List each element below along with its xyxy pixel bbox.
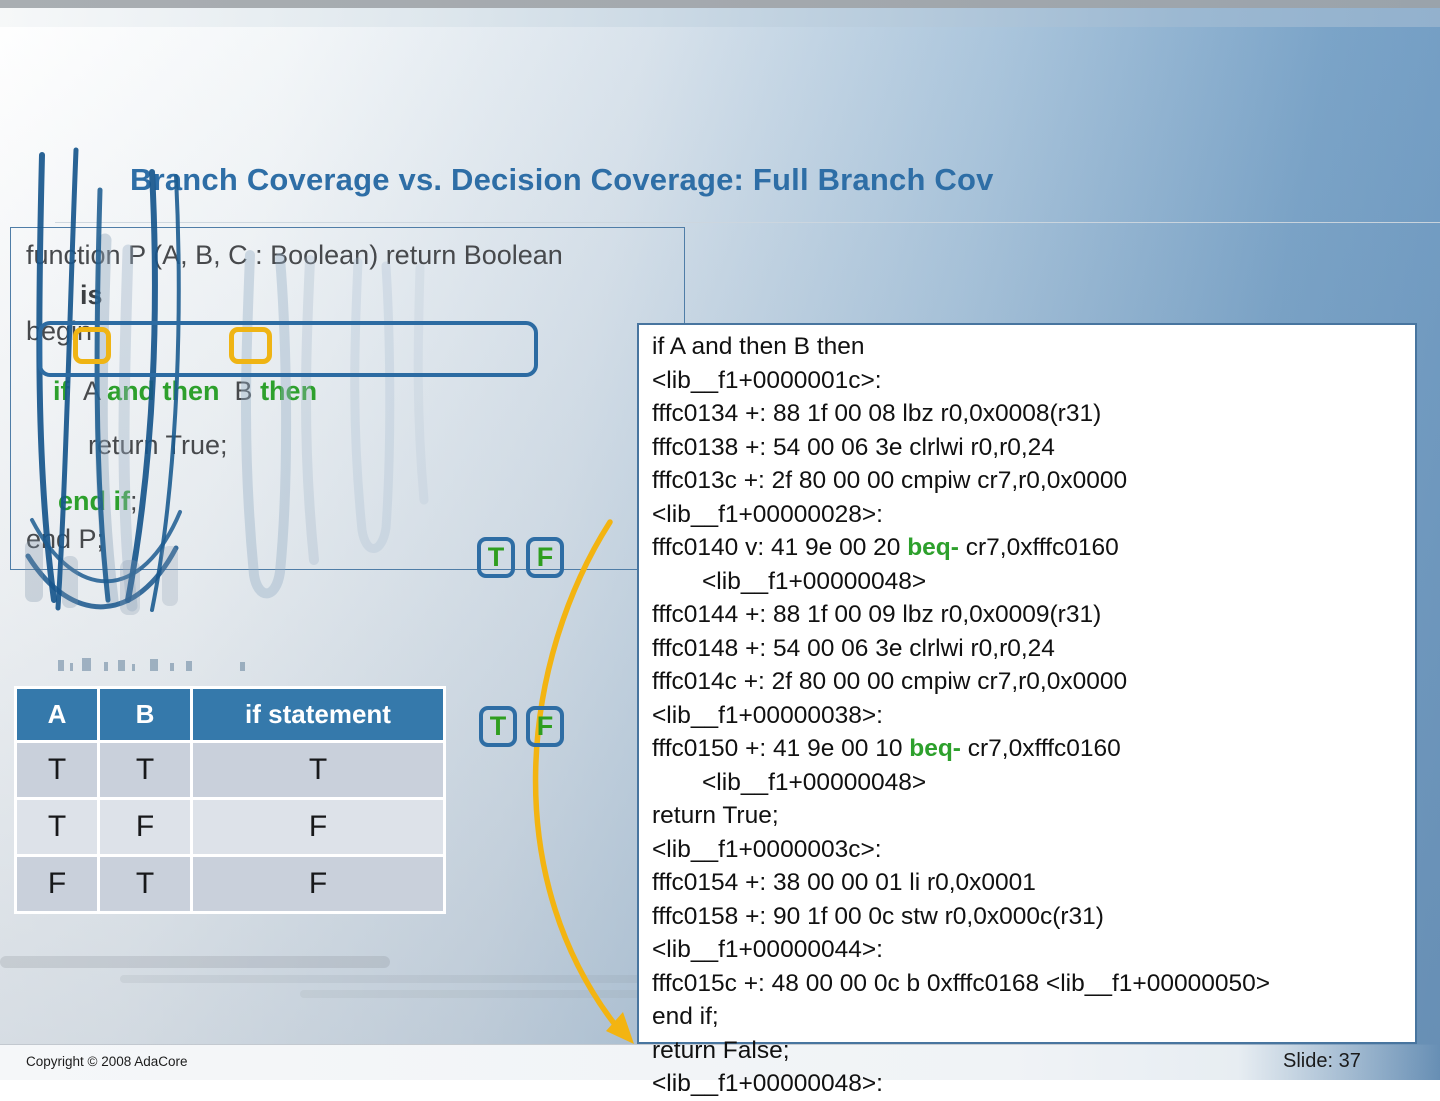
code-text: fffc0154 +: 38 00 00 01 li r0,0x0001 bbox=[652, 869, 1036, 896]
keyword-text: and then bbox=[107, 376, 220, 406]
slide-title: Branch Coverage vs. Decision Coverage: F… bbox=[130, 162, 1230, 198]
code-text: fffc0138 +: 54 00 06 3e clrlwi r0,r0,24 bbox=[652, 434, 1055, 461]
assembly-line: fffc0138 +: 54 00 06 3e clrlwi r0,r0,24 bbox=[652, 431, 1412, 465]
table-cell: F bbox=[17, 857, 97, 911]
code-text: fffc015c +: 48 00 00 0c b 0xfffc0168 <li… bbox=[652, 970, 1270, 997]
table-cell: F bbox=[193, 857, 443, 911]
background-streak bbox=[0, 956, 390, 968]
code-text: return True; bbox=[88, 430, 228, 460]
slide-number: Slide: 37 bbox=[1283, 1050, 1361, 1073]
code-text: <lib__f1+00000048>: bbox=[652, 1070, 883, 1097]
badge-false: F bbox=[526, 537, 564, 578]
assembly-line: <lib__f1+00000028>: bbox=[652, 498, 1412, 532]
background-streak bbox=[120, 975, 700, 983]
assembly-line: fffc0148 +: 54 00 06 3e clrlwi r0,r0,24 bbox=[652, 632, 1412, 666]
assembly-line: fffc015c +: 48 00 00 0c b 0xfffc0168 <li… bbox=[652, 967, 1412, 1001]
code-text: end if; bbox=[652, 1003, 719, 1030]
decision-highlight-outline bbox=[38, 321, 538, 377]
code-text: fffc0144 +: 88 1f 00 09 lbz r0,0x0009(r3… bbox=[652, 601, 1101, 628]
keyword-text: end if bbox=[58, 486, 130, 516]
title-divider-line bbox=[55, 222, 1440, 223]
assembly-line: <lib__f1+00000048> bbox=[702, 565, 1412, 599]
code-text: <lib__f1+00000038>: bbox=[652, 702, 883, 729]
assembly-line: fffc0154 +: 38 00 00 01 li r0,0x0001 bbox=[652, 866, 1412, 900]
code-text: return False; bbox=[652, 1037, 790, 1064]
code-text: fffc013c +: 2f 80 00 00 cmpiw cr7,r0,0x0… bbox=[652, 467, 1127, 494]
badge-false: F bbox=[526, 706, 564, 747]
code-text: fffc0134 +: 88 1f 00 08 lbz r0,0x0008(r3… bbox=[652, 400, 1101, 427]
assembly-panel: if A and then B then <lib__f1+0000001c>:f… bbox=[637, 323, 1417, 1044]
table-cell: T bbox=[17, 800, 97, 854]
source-code-line: is bbox=[80, 280, 103, 311]
table-header-cell: A bbox=[17, 689, 97, 740]
assembly-line: fffc0144 +: 88 1f 00 09 lbz r0,0x0009(r3… bbox=[652, 598, 1412, 632]
keyword-text: beq- bbox=[907, 534, 959, 561]
source-code-line: end if; bbox=[58, 486, 138, 517]
assembly-line: <lib__f1+00000048> bbox=[702, 766, 1412, 800]
code-text: cr7,0xfffc0160 bbox=[959, 534, 1119, 561]
assembly-line: fffc014c +: 2f 80 00 00 cmpiw cr7,r0,0x0… bbox=[652, 665, 1412, 699]
code-text: <lib__f1+00000048> bbox=[702, 769, 926, 796]
code-text: <lib__f1+0000001c>: bbox=[652, 367, 882, 394]
code-text: <lib__f1+00000028>: bbox=[652, 501, 883, 528]
assembly-line: return True; bbox=[652, 799, 1412, 833]
table-header-cell: B bbox=[100, 689, 190, 740]
assembly-line: <lib__f1+00000044>: bbox=[652, 933, 1412, 967]
code-text: if A and then B then bbox=[652, 333, 865, 360]
code-text: fffc0140 v: 41 9e 00 20 bbox=[652, 534, 907, 561]
code-text: ; bbox=[130, 486, 138, 516]
code-text: cr7,0xfffc0160 bbox=[961, 735, 1121, 762]
code-text: end P; bbox=[26, 524, 104, 554]
code-text: is bbox=[80, 280, 103, 310]
badge-true: T bbox=[477, 537, 515, 578]
code-text: <lib__f1+00000048> bbox=[702, 568, 926, 595]
table-cell: T bbox=[100, 743, 190, 797]
code-text: function P (A, B, C : Boolean) return Bo… bbox=[26, 240, 563, 270]
assembly-line: fffc013c +: 2f 80 00 00 cmpiw cr7,r0,0x0… bbox=[652, 464, 1412, 498]
table-header-cell: if statement bbox=[193, 689, 443, 740]
assembly-line: fffc0158 +: 90 1f 00 0c stw r0,0x000c(r3… bbox=[652, 900, 1412, 934]
truth-table: ABif statementTTTTFFFTF bbox=[14, 686, 446, 914]
source-code-line: end P; bbox=[26, 524, 104, 555]
code-text: <lib__f1+0000003c>: bbox=[652, 836, 882, 863]
code-text: fffc0150 +: 41 9e 00 10 bbox=[652, 735, 909, 762]
keyword-text: beq- bbox=[909, 735, 961, 762]
assembly-line: fffc0140 v: 41 9e 00 20 beq- cr7,0xfffc0… bbox=[652, 531, 1412, 565]
table-cell: F bbox=[193, 800, 443, 854]
table-cell: F bbox=[100, 800, 190, 854]
copyright-text: Copyright © 2008 AdaCore bbox=[26, 1054, 188, 1069]
assembly-line: <lib__f1+00000038>: bbox=[652, 699, 1412, 733]
assembly-line: <lib__f1+0000001c>: bbox=[652, 364, 1412, 398]
source-code-line: return True; bbox=[88, 430, 228, 461]
code-text: fffc014c +: 2f 80 00 00 cmpiw cr7,r0,0x0… bbox=[652, 668, 1127, 695]
assembly-line: <lib__f1+0000003c>: bbox=[652, 833, 1412, 867]
badge-true: T bbox=[479, 706, 517, 747]
assembly-line: end if; bbox=[652, 1000, 1412, 1034]
code-text: A bbox=[70, 376, 108, 406]
condition-a-highlight-box bbox=[73, 327, 111, 364]
code-text: fffc0158 +: 90 1f 00 0c stw r0,0x000c(r3… bbox=[652, 903, 1104, 930]
assembly-line: fffc0134 +: 88 1f 00 08 lbz r0,0x0008(r3… bbox=[652, 397, 1412, 431]
code-text: B bbox=[220, 376, 261, 406]
top-edge-strip bbox=[0, 0, 1440, 8]
condition-b-highlight-box bbox=[229, 327, 272, 364]
assembly-line: fffc0150 +: 41 9e 00 10 beq- cr7,0xfffc0… bbox=[652, 732, 1412, 766]
code-text: <lib__f1+00000044>: bbox=[652, 936, 883, 963]
source-code-line: function P (A, B, C : Boolean) return Bo… bbox=[26, 240, 563, 271]
source-code-line: if A and then B then bbox=[53, 376, 317, 407]
table-cell: T bbox=[100, 857, 190, 911]
table-cell: T bbox=[17, 743, 97, 797]
top-gradient-band bbox=[0, 8, 1440, 27]
code-text: return True; bbox=[652, 802, 779, 829]
assembly-listing: if A and then B then <lib__f1+0000001c>:f… bbox=[652, 330, 1412, 1101]
code-text: fffc0148 +: 54 00 06 3e clrlwi r0,r0,24 bbox=[652, 635, 1055, 662]
keyword-text: if bbox=[53, 376, 70, 406]
keyword-text: then bbox=[260, 376, 317, 406]
table-cell: T bbox=[193, 743, 443, 797]
assembly-line: if A and then B then bbox=[652, 330, 1412, 364]
